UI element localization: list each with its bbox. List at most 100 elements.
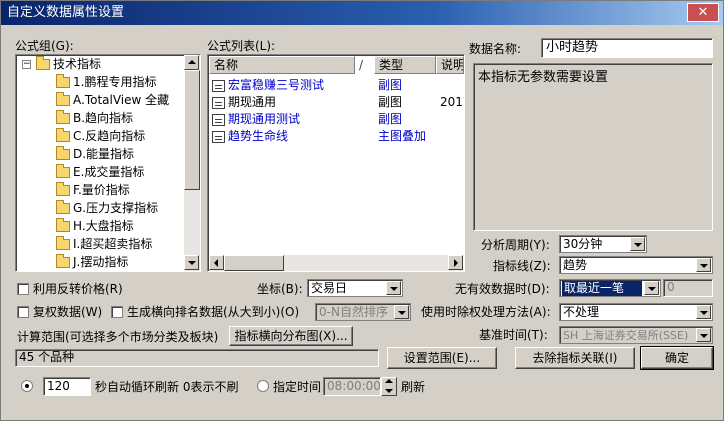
distribution-map-button[interactable]: 指标横向分布图(X)...	[229, 326, 353, 346]
folder-icon	[56, 92, 70, 106]
formula-name: 趋势生命线	[228, 129, 289, 143]
formula-row[interactable]: 宏富稳赚三号测试 副图	[212, 77, 462, 94]
base-time-select[interactable]: SH 上海证券交易所(SSE)	[559, 326, 713, 344]
formula-row[interactable]: 趋势生命线 主图叠加	[212, 128, 462, 145]
window-title: 自定义数据属性设置	[7, 5, 125, 20]
reverse-price-checkbox[interactable]	[17, 283, 29, 295]
tree-item[interactable]: B.趋向指标	[56, 109, 133, 127]
formula-icon	[212, 113, 225, 126]
spin-up-icon[interactable]	[382, 375, 396, 384]
formula-row[interactable]: 期现通用 副图 20170	[212, 94, 464, 111]
tree-item[interactable]: C.反趋向指标	[56, 127, 145, 145]
specified-time-radio[interactable]	[257, 380, 269, 392]
tree-item[interactable]: 1.鹏程专用指标	[56, 73, 156, 91]
time-spinner[interactable]	[381, 377, 397, 396]
tree-vertical-scrollbar[interactable]	[184, 55, 200, 271]
column-type[interactable]: 类型	[374, 56, 436, 74]
formula-group-tree[interactable]: − 技术指标 1.鹏程专用指标 A.TotalView 全藏 B.趋向指标 C.反趋向…	[15, 54, 201, 272]
h-scroll-thumb[interactable]	[224, 255, 284, 271]
folder-icon	[36, 56, 50, 70]
coordinate-label: 坐标(B):	[257, 282, 303, 296]
formula-type: 主图叠加	[378, 129, 427, 143]
formula-list[interactable]: 名称 / 类型 说明 宏富稳赚三号测试副图期现通用副图20170期现通用测试副图…	[207, 54, 465, 272]
no-valid-select[interactable]: 取最近一笔	[559, 279, 661, 297]
column-desc[interactable]: 说明	[436, 56, 464, 74]
data-name-input[interactable]: 小时趋势	[541, 38, 713, 58]
tree-item[interactable]: E.成交量指标	[56, 163, 144, 181]
set-range-button[interactable]: 设置范围(E)...	[387, 347, 497, 369]
indicator-line-select[interactable]: 趋势	[559, 256, 713, 274]
folder-icon	[56, 200, 70, 214]
formula-type: 副图	[378, 112, 403, 126]
folder-icon	[56, 218, 70, 232]
rights-method-label: 使用时除权处理方法(A):	[421, 305, 551, 319]
formula-name: 期现通用测试	[228, 112, 301, 126]
collapse-icon[interactable]: −	[22, 60, 31, 69]
refresh-seconds-input[interactable]: 120	[43, 377, 91, 396]
dialog-window: 自定义数据属性设置 ✕ 公式组(G): − 技术指标 1.鹏程专用指标 A.Tot…	[0, 0, 724, 421]
formula-desc: 20170	[440, 95, 464, 109]
period-label: 分析周期(Y):	[481, 238, 550, 252]
folder-icon	[56, 254, 70, 268]
chevron-down-icon[interactable]	[630, 237, 645, 251]
tree-item[interactable]: D.能量指标	[56, 145, 134, 163]
column-sort-separator: /	[359, 58, 364, 72]
formula-name: 期现通用	[228, 95, 277, 109]
base-time-label: 基准时间(T):	[479, 328, 548, 342]
chevron-down-icon[interactable]	[394, 305, 409, 319]
no-valid-number[interactable]: 0	[663, 279, 713, 297]
folder-icon	[56, 128, 70, 142]
scroll-down-icon[interactable]	[184, 255, 199, 270]
rank-checkbox[interactable]	[111, 306, 123, 318]
tree-item[interactable]: I.超买超卖指标	[56, 235, 152, 253]
close-button[interactable]: ✕	[687, 3, 719, 22]
tree-root-item[interactable]: 技术指标	[36, 55, 101, 73]
no-valid-label: 无有效数据时(D):	[455, 282, 550, 296]
scroll-thumb[interactable]	[184, 70, 200, 190]
auto-refresh-radio[interactable]	[21, 380, 33, 392]
tree-item[interactable]: A.TotalView 全藏	[56, 91, 169, 109]
rank-select[interactable]: 0-N自然排序	[315, 303, 411, 321]
indicator-line-label: 指标线(Z):	[493, 259, 551, 273]
chevron-down-icon[interactable]	[696, 328, 711, 342]
list-horizontal-scrollbar[interactable]	[209, 255, 463, 271]
chevron-down-icon[interactable]	[386, 281, 401, 295]
chevron-down-icon[interactable]	[696, 258, 711, 272]
scroll-right-icon[interactable]	[448, 255, 463, 270]
auto-refresh-label: 秒自动循环刷新 0表示不刷	[95, 380, 239, 394]
spin-down-icon[interactable]	[382, 384, 396, 393]
period-select[interactable]: 30分钟	[559, 235, 647, 253]
chevron-down-icon[interactable]	[644, 281, 659, 295]
calc-range-label: 计算范围(可选择多个市场分类及板块)	[17, 330, 219, 344]
reverse-price-label: 利用反转价格(R)	[33, 282, 123, 296]
rights-method-select[interactable]: 不处理	[559, 303, 713, 321]
scroll-left-icon[interactable]	[209, 255, 224, 270]
tree-item[interactable]: G.压力支撑指标	[56, 199, 158, 217]
tree-item[interactable]: H.大盘指标	[56, 217, 134, 235]
formula-type: 副图	[378, 78, 403, 92]
formula-row[interactable]: 期现通用测试 副图	[212, 111, 462, 128]
formula-icon	[212, 79, 225, 92]
folder-icon	[56, 164, 70, 178]
restore-checkbox[interactable]	[17, 306, 29, 318]
folder-icon	[56, 146, 70, 160]
coordinate-select[interactable]: 交易日	[307, 279, 403, 297]
scroll-up-icon[interactable]	[184, 55, 199, 70]
formula-icon	[212, 96, 225, 109]
ok-button[interactable]: 确定	[640, 346, 714, 370]
refresh-label: 刷新	[401, 380, 426, 394]
title-bar: 自定义数据属性设置 ✕	[1, 1, 723, 25]
chevron-down-icon[interactable]	[696, 305, 711, 319]
formula-type: 副图	[378, 95, 403, 109]
remove-link-button[interactable]: 去除指标关联(I)	[515, 347, 635, 369]
folder-icon	[56, 110, 70, 124]
tree-item[interactable]: J.摆动指标	[56, 253, 128, 271]
formula-group-label: 公式组(G):	[15, 39, 74, 53]
column-name[interactable]: 名称	[209, 56, 355, 74]
formula-name: 宏富稳赚三号测试	[228, 78, 325, 92]
formula-list-label: 公式列表(L):	[207, 39, 276, 53]
description-box: 本指标无参数需要设置	[473, 63, 713, 231]
tree-item[interactable]: F.量价指标	[56, 181, 130, 199]
folder-icon	[56, 74, 70, 88]
specified-time-input[interactable]: 08:00:00	[323, 377, 381, 396]
